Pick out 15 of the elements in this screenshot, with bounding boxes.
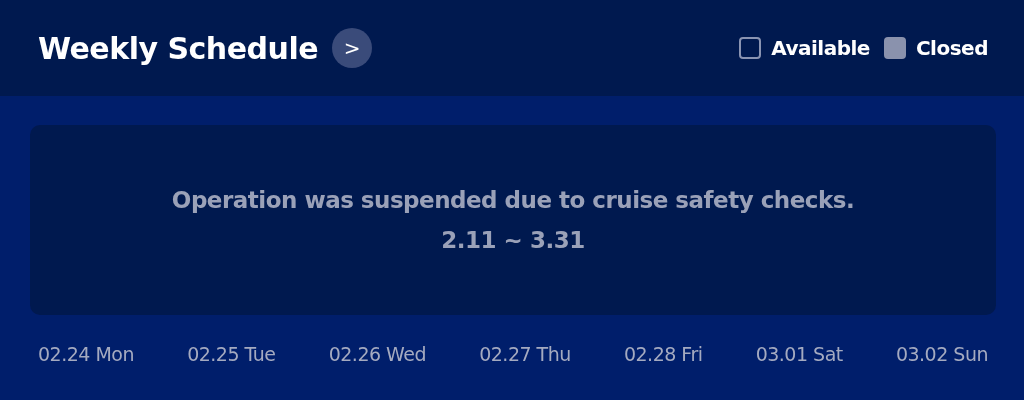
legend-label: Available	[771, 36, 870, 60]
day-label: 02.26 Wed	[328, 343, 427, 365]
schedule-title: Weekly Schedule	[38, 30, 318, 66]
day-label: 02.27 Thu	[479, 343, 571, 365]
day-label: 02.28 Fri	[623, 343, 703, 365]
day-label: 02.25 Tue	[187, 343, 276, 365]
day-label: 02.24 Mon	[38, 343, 134, 365]
legend-label: Closed	[915, 36, 988, 60]
outline-swatch-icon	[739, 37, 762, 59]
notice-period: 2.11 ~ 3.31	[441, 227, 585, 253]
more-button[interactable]: >	[332, 28, 372, 68]
filled-swatch-icon	[883, 37, 906, 59]
day-label: 03.01 Sat	[755, 343, 843, 365]
day-label: 03.02 Sun	[895, 343, 988, 365]
notice-message: Operation was suspended due to cruise safety checks.	[171, 187, 855, 213]
